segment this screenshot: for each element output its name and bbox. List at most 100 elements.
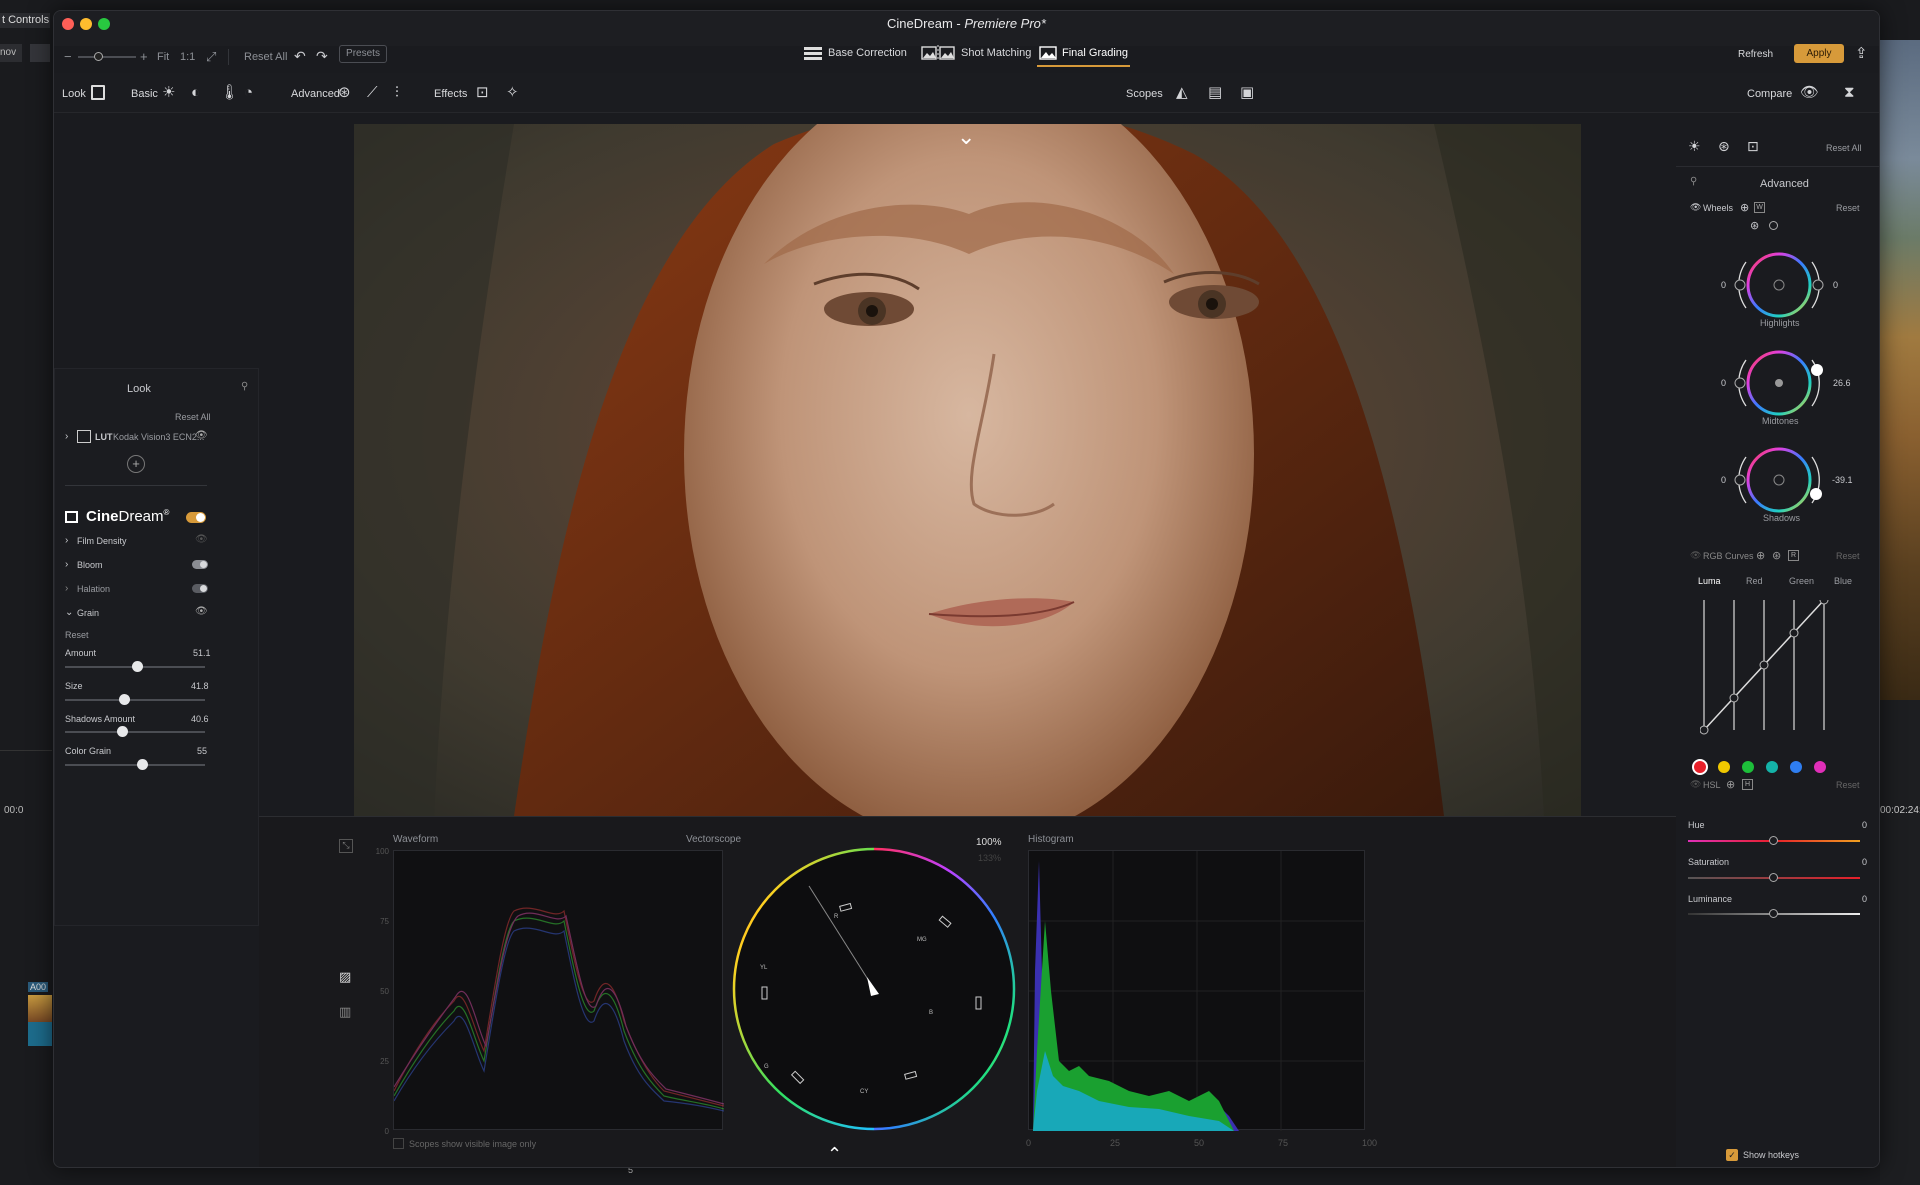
- curves-reset-button[interactable]: Reset: [1836, 551, 1860, 561]
- image-viewer[interactable]: ⌄: [354, 124, 1581, 816]
- host-clip-audio[interactable]: [28, 1022, 52, 1046]
- host-panel-icon[interactable]: [30, 44, 50, 62]
- hsl-swatch[interactable]: [1790, 761, 1802, 773]
- hsl-target-icon[interactable]: ⊕: [1726, 778, 1735, 791]
- hsl-swatch[interactable]: [1694, 761, 1706, 773]
- bloom-toggle[interactable]: [192, 560, 208, 569]
- size-slider[interactable]: [65, 694, 205, 705]
- halation-toggle[interactable]: [192, 584, 208, 593]
- hue-slider[interactable]: [1688, 836, 1860, 845]
- hsl-swatch[interactable]: [1742, 761, 1754, 773]
- size-value[interactable]: 41.8: [191, 681, 209, 691]
- luminance-value[interactable]: 0: [1862, 894, 1867, 904]
- histogram-scope[interactable]: [1028, 850, 1366, 1131]
- scopes-visible-checkbox[interactable]: [393, 1138, 404, 1149]
- size-slider-knob[interactable]: [118, 694, 130, 705]
- presets-button[interactable]: Presets: [339, 45, 387, 63]
- waveform-scope[interactable]: [393, 850, 725, 1130]
- highlights-right-value[interactable]: 0: [1833, 280, 1838, 290]
- curves-color-icon[interactable]: ⊛: [1772, 549, 1781, 562]
- cinedream-enable-toggle[interactable]: [186, 512, 206, 523]
- temperature-icon[interactable]: 🌡: [220, 85, 239, 101]
- hsl-visibility-eye-icon[interactable]: 👁: [1690, 779, 1701, 790]
- saturation-slider-knob[interactable]: [1769, 873, 1778, 882]
- rgb-curves-section-label[interactable]: RGB Curves: [1703, 551, 1754, 561]
- magic-wand-icon[interactable]: ✧: [506, 85, 519, 101]
- panel-pin-icon[interactable]: ⚲: [1690, 176, 1697, 187]
- show-hotkeys-checkbox[interactable]: ✓: [1726, 1149, 1738, 1161]
- curve-tab-green[interactable]: Green: [1789, 576, 1814, 586]
- shadows-amount-slider[interactable]: [65, 726, 205, 737]
- shot-matching-tab[interactable]: Shot Matching: [961, 47, 1031, 59]
- redo-icon[interactable]: ↷: [316, 48, 328, 65]
- halation-section[interactable]: Halation: [77, 584, 110, 594]
- saturation-slider[interactable]: [1688, 873, 1860, 882]
- collapse-bottom-chevron-icon[interactable]: ⌃: [827, 1144, 842, 1165]
- halation-chevron-icon[interactable]: ›: [65, 583, 68, 594]
- undo-icon[interactable]: ↶: [294, 48, 306, 65]
- grain-eye-icon[interactable]: 👁: [195, 606, 208, 617]
- film-density-eye-icon[interactable]: 👁: [195, 534, 208, 545]
- one-to-one-button[interactable]: 1:1: [180, 51, 195, 63]
- saturation-value[interactable]: 0: [1862, 857, 1867, 867]
- speedometer-icon[interactable]: ◔: [244, 85, 253, 101]
- bloom-chevron-icon[interactable]: ›: [65, 559, 68, 570]
- advanced-tab-wheels-icon[interactable]: ⊛: [1718, 138, 1730, 154]
- fullscreen-icon[interactable]: ⤢: [206, 49, 216, 65]
- film-density-section[interactable]: Film Density: [77, 536, 127, 546]
- split-compare-icon[interactable]: ⧗: [1844, 85, 1855, 101]
- add-lut-plus-icon[interactable]: +: [127, 455, 145, 473]
- luminance-slider[interactable]: [1688, 909, 1860, 918]
- color-grain-slider-knob[interactable]: [137, 759, 148, 770]
- film-icon[interactable]: [91, 85, 105, 100]
- exposure-sun-icon[interactable]: ☀: [162, 85, 175, 101]
- waveform-scope-icon[interactable]: ◭: [1176, 85, 1188, 101]
- hsl-swatch[interactable]: [1766, 761, 1778, 773]
- curves-target-icon[interactable]: ⊕: [1756, 549, 1765, 562]
- curves-icon[interactable]: ⟋: [367, 85, 378, 101]
- midtones-wheel[interactable]: [1734, 350, 1823, 416]
- vectorscope-icon[interactable]: ▣: [1240, 85, 1254, 101]
- scope-bars-mode-icon[interactable]: ▥: [339, 1004, 353, 1019]
- luminance-slider-knob[interactable]: [1769, 909, 1778, 918]
- contrast-icon[interactable]: ◐: [191, 85, 200, 101]
- wheels-reset-button[interactable]: Reset: [1836, 203, 1860, 213]
- hsl-swatch[interactable]: [1814, 761, 1826, 773]
- collapse-top-chevron-icon[interactable]: ⌄: [957, 124, 975, 150]
- basic-tab-sun-icon[interactable]: ☀: [1688, 138, 1701, 154]
- highlights-left-value[interactable]: 0: [1721, 280, 1726, 290]
- color-wheels-icon[interactable]: ⊛: [338, 85, 351, 101]
- color-grain-slider[interactable]: [65, 759, 205, 770]
- hsl-section-label[interactable]: HSL: [1703, 780, 1721, 790]
- shadows-wheel[interactable]: [1734, 447, 1822, 513]
- apply-button[interactable]: Apply: [1794, 44, 1844, 63]
- lut-name[interactable]: Kodak Vision3 ECN2...: [113, 432, 204, 442]
- shadows-right-value[interactable]: -39.1: [1832, 475, 1853, 485]
- grain-chevron-icon[interactable]: ⌄: [65, 607, 73, 618]
- fit-button[interactable]: Fit: [157, 51, 169, 63]
- wheels-mode-color-icon[interactable]: ⊛: [1750, 219, 1759, 232]
- curve-tab-luma[interactable]: Luma: [1698, 576, 1721, 586]
- lut-visibility-eye-icon[interactable]: 👁: [195, 430, 208, 441]
- curves-visibility-eye-icon[interactable]: 👁: [1690, 550, 1701, 561]
- shadows-left-value[interactable]: 0: [1721, 475, 1726, 485]
- look-reset-all-button[interactable]: Reset All: [175, 412, 211, 422]
- color-grain-value[interactable]: 55: [197, 746, 207, 756]
- eye-compare-icon[interactable]: 👁: [1800, 85, 1819, 101]
- hsl-swatch[interactable]: [1718, 761, 1730, 773]
- luma-curve-editor[interactable]: [1700, 600, 1850, 735]
- pin-icon[interactable]: ⚲: [241, 381, 248, 392]
- midtones-left-value[interactable]: 0: [1721, 378, 1726, 388]
- shadows-amount-slider-knob[interactable]: [116, 726, 128, 737]
- effect-controls-tab[interactable]: t Controls: [0, 13, 50, 28]
- base-correction-tab[interactable]: Base Correction: [828, 47, 907, 59]
- zoom-in-icon[interactable]: +: [140, 49, 148, 64]
- focus-frame-icon[interactable]: ⊡: [476, 85, 489, 101]
- zoom-out-icon[interactable]: −: [64, 49, 72, 64]
- refresh-button[interactable]: Refresh: [1738, 49, 1773, 60]
- grain-reset-button[interactable]: Reset: [65, 630, 89, 640]
- final-grading-tab[interactable]: Final Grading: [1062, 47, 1128, 59]
- curve-tab-red[interactable]: Red: [1746, 576, 1763, 586]
- grain-section[interactable]: Grain: [77, 608, 99, 618]
- wheels-mode-single-icon[interactable]: [1769, 221, 1778, 230]
